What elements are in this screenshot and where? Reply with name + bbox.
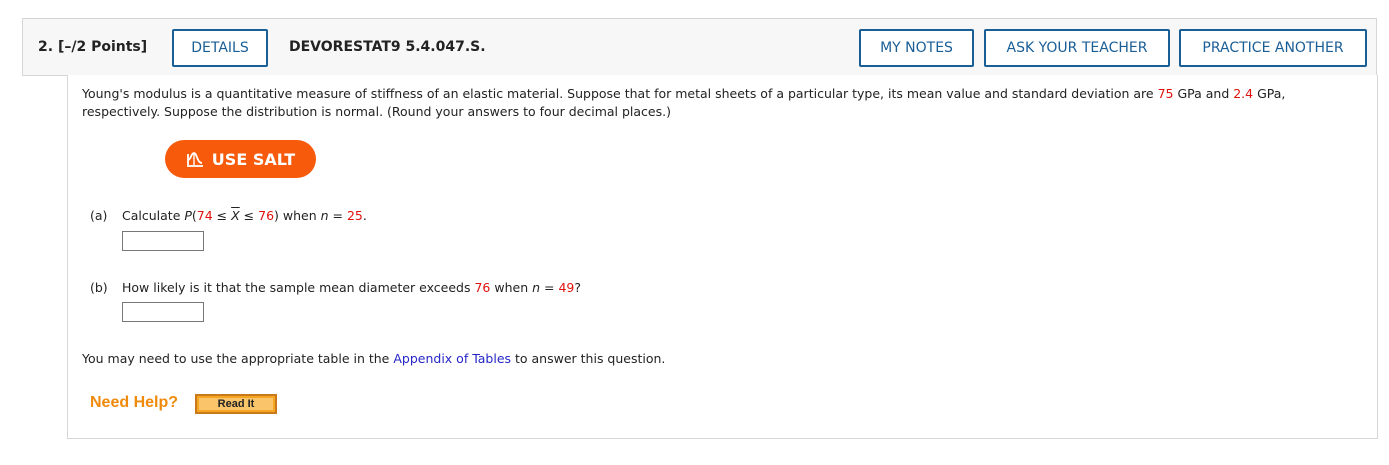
- sd-value: 2.4: [1233, 86, 1254, 101]
- salt-chart-icon: [186, 152, 203, 167]
- practice-another-button[interactable]: PRACTICE ANOTHER: [1179, 29, 1367, 67]
- problem-code: DEVORESTAT9 5.4.047.S.: [289, 39, 486, 55]
- appendix-note: You may need to use the appropriate tabl…: [82, 351, 666, 366]
- need-help-label: Need Help?: [90, 394, 179, 411]
- part-b-question: (b) How likely is it that the sample mean…: [90, 280, 582, 295]
- question-number-points: 2. [–/2 Points]: [38, 39, 148, 55]
- read-it-button[interactable]: Read It: [195, 394, 277, 414]
- use-salt-button[interactable]: USE SALT: [165, 140, 316, 178]
- details-button[interactable]: DETAILS: [172, 29, 268, 67]
- mean-value: 75: [1157, 86, 1174, 101]
- question-header: 2. [–/2 Points] DETAILS DEVORESTAT9 5.4.…: [22, 18, 1377, 76]
- appendix-of-tables-link[interactable]: Appendix of Tables: [393, 351, 511, 366]
- ask-your-teacher-button[interactable]: ASK YOUR TEACHER: [984, 29, 1170, 67]
- my-notes-button[interactable]: MY NOTES: [859, 29, 974, 67]
- question-body: Young's modulus is a quantitative measur…: [67, 75, 1378, 439]
- part-a-label: (a): [90, 208, 108, 223]
- x-bar-symbol: X: [231, 208, 240, 223]
- problem-statement: Young's modulus is a quantitative measur…: [82, 86, 1286, 119]
- part-b-label: (b): [90, 280, 108, 295]
- part-b-answer-input[interactable]: [122, 302, 204, 322]
- part-a-question: (a) Calculate P(74 ≤ X ≤ 76) when n = 25.: [90, 208, 367, 223]
- part-a-answer-input[interactable]: [122, 231, 204, 251]
- use-salt-label: USE SALT: [211, 149, 296, 169]
- read-it-label: Read It: [217, 398, 255, 410]
